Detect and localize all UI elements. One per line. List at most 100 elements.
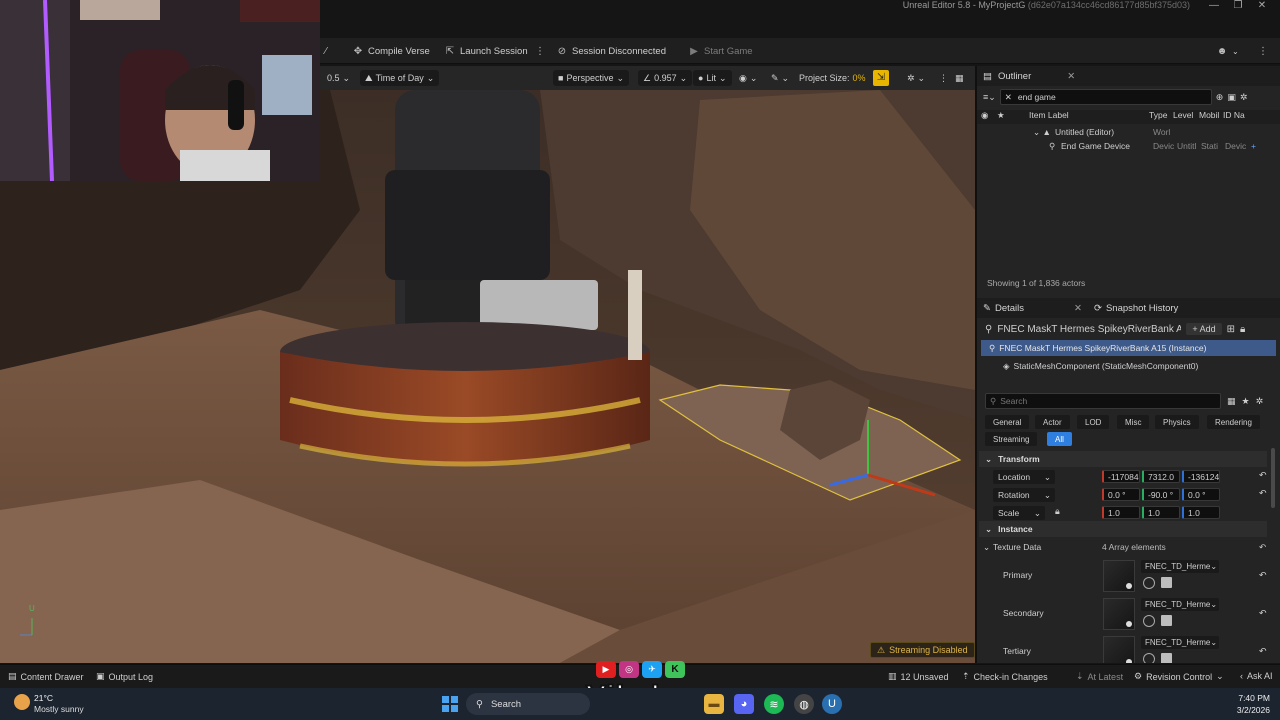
visibility-icon[interactable]: ◉ [981,110,988,121]
restore-button[interactable]: ❐ [1230,0,1246,11]
camera-speed[interactable]: 0.5 ⌄ [322,70,355,86]
settings-menu-icon[interactable]: ⋮ [1257,43,1269,59]
add-row-icon[interactable]: + [1251,141,1256,151]
location-z-field[interactable]: -136124 [1182,470,1220,483]
component-row[interactable]: ◈ StaticMeshComponent (StaticMeshComponen… [977,358,1280,374]
add-filter-icon[interactable]: ⊕ [1216,92,1224,103]
column-level[interactable]: Level [1173,110,1193,120]
close-button[interactable]: ✕ [1254,0,1270,11]
toolbar-edge-icon[interactable]: ⁄ [320,43,332,59]
clock-date[interactable]: 3/2/2026 [1222,705,1270,715]
outliner-row-end-game-device[interactable]: ⚲ End Game Device Devic Untitl Stati Dev… [977,141,1280,155]
minimize-button[interactable]: — [1206,0,1222,11]
lit-mode-dropdown[interactable]: ● Lit ⌄ [693,70,732,86]
clock-time[interactable]: 7:40 PM [1222,693,1270,703]
column-type[interactable]: Type [1149,110,1167,120]
filter-lod[interactable]: LOD [1077,415,1110,429]
weather-temp[interactable]: 21°C [34,693,53,703]
transform-section[interactable]: ⌄ Transform [979,451,1267,467]
reset-secondary-icon[interactable]: ↶ [1259,608,1267,619]
details-scrollbar[interactable] [1271,448,1275,508]
windows-start-icon[interactable] [440,694,460,714]
spotify-icon[interactable]: ≋ [764,694,784,714]
column-item-label[interactable]: Item Label [1029,110,1069,120]
lock-icon[interactable]: 🔒︎ [1240,324,1245,335]
location-x-field[interactable]: -117084 [1102,470,1140,483]
scale-y-field[interactable]: 1.0 [1142,506,1180,519]
browse-icon[interactable] [1161,615,1172,626]
launch-session-button[interactable]: ⇱ Launch Session [444,43,528,59]
discord-icon[interactable]: ◕ [734,694,754,714]
unsaved-button[interactable]: ▥ 12 Unsaved [888,671,949,682]
details-tab[interactable]: Details [995,303,1024,314]
snapshot-history-tab[interactable]: Snapshot History [1106,303,1178,314]
weather-text[interactable]: Mostly sunny [34,704,84,714]
add-component-button[interactable]: + Add [1186,323,1222,335]
obs-icon[interactable]: ◍ [794,694,814,714]
grid-view-icon[interactable]: ▦ [1227,396,1236,407]
taskbar-search[interactable]: ⚲ Search [466,693,590,715]
close-details-icon[interactable]: ✕ [1074,303,1082,314]
use-selected-icon[interactable] [1143,577,1155,589]
more-options-icon[interactable]: ⋮ [534,43,546,59]
filter-actor[interactable]: Actor [1035,415,1070,429]
layout-grid-icon[interactable]: ▦ [950,70,969,86]
favorite-icon[interactable]: ★ [1242,396,1250,407]
browse-icon[interactable] [1161,577,1172,588]
ask-ai-button[interactable]: ‹ Ask AI [1240,671,1273,681]
scale-z-field[interactable]: 1.0 [1182,506,1220,519]
reset-location-icon[interactable]: ↶ [1259,470,1267,481]
texture-thumbnail[interactable] [1103,560,1135,592]
snap-toggle-icon[interactable]: ⇲ [873,70,889,86]
folder-add-icon[interactable]: ▣ [1227,92,1236,103]
rotation-x-field[interactable]: 0.0 ° [1102,488,1140,501]
time-of-day-button[interactable]: ⛰ Time of Day ⌄ [360,70,440,86]
location-dropdown[interactable]: Location ⌄ [993,470,1055,484]
rotation-dropdown[interactable]: Rotation ⌄ [993,488,1055,502]
texture-thumbnail[interactable] [1103,636,1135,663]
column-id[interactable]: ID Na [1223,110,1245,120]
file-explorer-icon[interactable]: ▬ [704,694,724,714]
close-tab-icon[interactable]: ✕ [1067,71,1075,82]
column-mobility[interactable]: Mobil [1199,110,1219,120]
details-settings-icon[interactable]: ✲ [1256,396,1264,407]
rotation-y-field[interactable]: -90.0 ° [1142,488,1180,501]
scale-lock-icon[interactable]: 🔒︎ [1055,506,1060,517]
fov-field[interactable]: ∠ 0.957 ⌄ [638,70,693,86]
filter-all[interactable]: All [1047,432,1072,446]
texture-asset-dropdown[interactable]: FNEC_TD_Herme ⌄ [1141,598,1219,611]
content-drawer-button[interactable]: ▤ Content Drawer [8,671,84,682]
start-game-button[interactable]: ▶ Start Game [688,43,752,59]
weather-icon[interactable] [14,694,30,710]
reset-primary-icon[interactable]: ↶ [1259,570,1267,581]
session-status[interactable]: ⊘ Session Disconnected [556,43,666,59]
reset-texture-icon[interactable]: ↶ [1259,542,1266,553]
scale-x-field[interactable]: 1.0 [1102,506,1140,519]
texture-asset-dropdown[interactable]: FNEC_TD_Herme ⌄ [1141,560,1219,573]
reset-tertiary-icon[interactable]: ↶ [1259,646,1267,657]
scale-dropdown[interactable]: Scale ⌄ [993,506,1045,520]
filter-rendering[interactable]: Rendering [1207,415,1260,429]
texture-asset-dropdown[interactable]: FNEC_TD_Herme ⌄ [1141,636,1219,649]
rotation-z-field[interactable]: 0.0 ° [1182,488,1220,501]
filter-streaming[interactable]: Streaming [985,432,1038,446]
use-selected-icon[interactable] [1143,615,1155,627]
clear-search-icon[interactable]: ✕ [1005,92,1012,103]
outliner-search-input[interactable]: ✕ end game [999,89,1212,105]
expand-texture-icon[interactable]: ⌄ [983,542,990,553]
pin-icon[interactable]: ★ [997,110,1005,121]
filter-physics[interactable]: Physics [1155,415,1199,429]
instance-section[interactable]: ⌄ Instance [979,521,1267,537]
outliner-row-world[interactable]: ⌄ ▲ Untitled (Editor) Worl [977,127,1280,141]
perspective-dropdown[interactable]: ■ Perspective ⌄ [553,70,630,86]
at-latest-status[interactable]: ⇣ At Latest [1076,671,1123,682]
filter-misc[interactable]: Misc [1117,415,1150,429]
realtime-dropdown[interactable]: ✎ ⌄ [766,70,794,86]
location-y-field[interactable]: 7312.0 [1142,470,1180,483]
filter-general[interactable]: General [985,415,1030,429]
browse-icon[interactable] [1161,653,1172,663]
revision-control-button[interactable]: ⚙ Revision Control ⌄ [1134,671,1224,682]
compile-verse-button[interactable]: ✥ Compile Verse [352,43,430,59]
filter-icon[interactable]: ≡⌄ [983,92,996,103]
check-in-button[interactable]: ⇡ Check-in Changes [962,671,1048,682]
